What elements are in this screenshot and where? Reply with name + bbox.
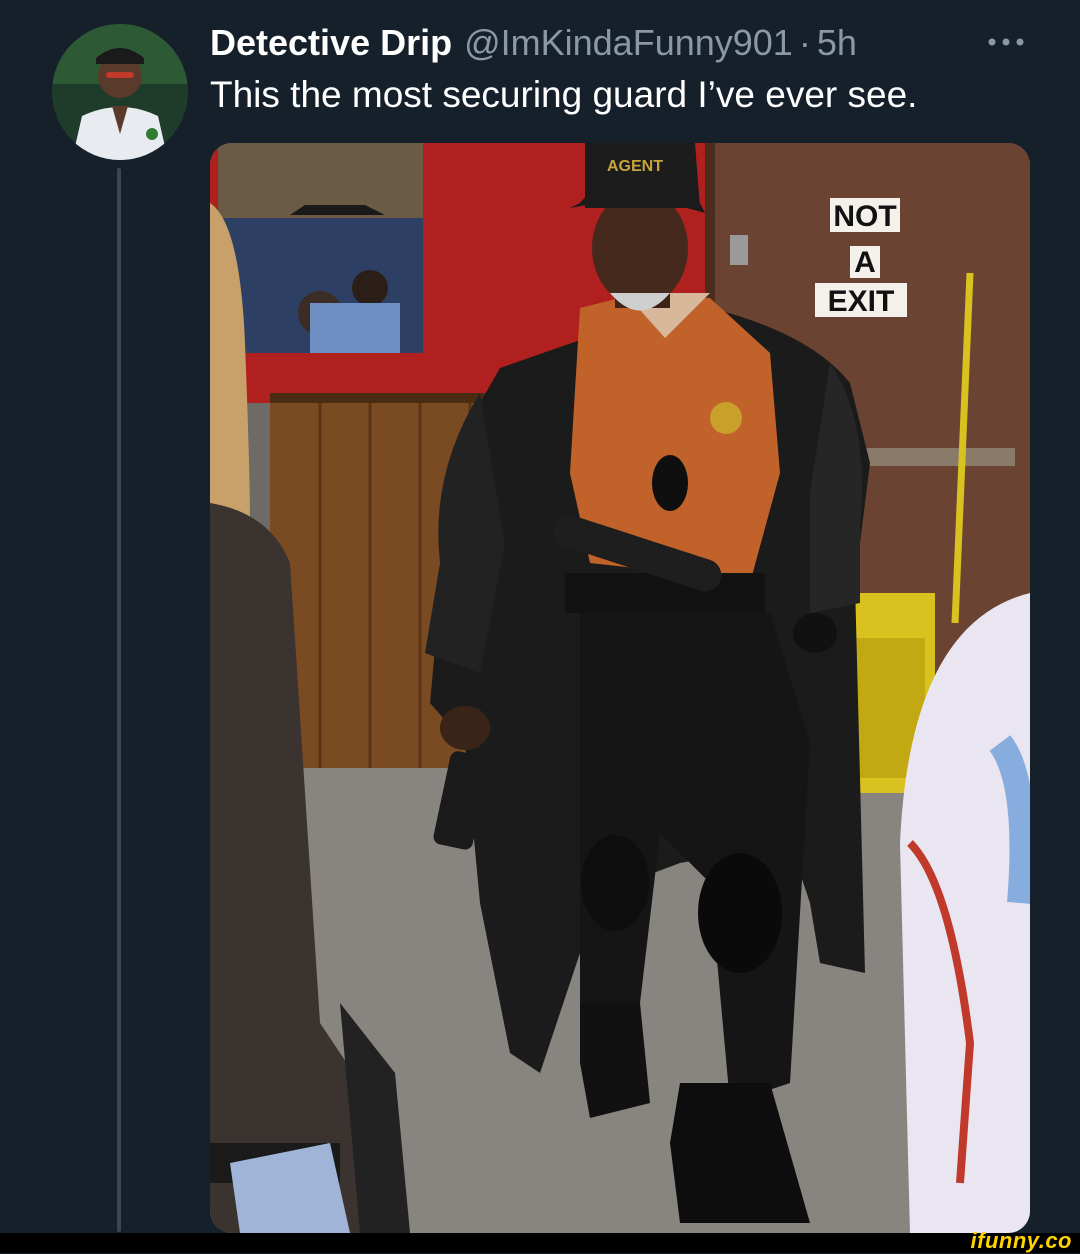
tweet-photo[interactable]: NOT A EXIT AGENT [210,143,1030,1233]
tweet-header: Detective Drip @ImKindaFunny901 · 5h [210,20,857,66]
avatar[interactable] [52,24,188,160]
bottom-bar [0,1233,1080,1253]
display-name[interactable]: Detective Drip [210,22,452,64]
timestamp[interactable]: 5h [817,22,857,64]
sign-text-exit: EXIT [828,285,895,318]
thread-line [117,168,121,1232]
ellipsis-icon[interactable] [986,34,1026,50]
cap-text: AGENT [607,158,663,175]
tweet-text: This the most securing guard I’ve ever s… [210,74,918,115]
ifunny-watermark: ifunny.co [970,1228,1072,1253]
avatar-image [52,24,188,160]
user-handle[interactable]: @ImKindaFunny901 [464,22,793,64]
sign-text-a: A [854,246,876,279]
sign-text-not: NOT [833,200,896,233]
separator-dot: · [798,22,811,63]
